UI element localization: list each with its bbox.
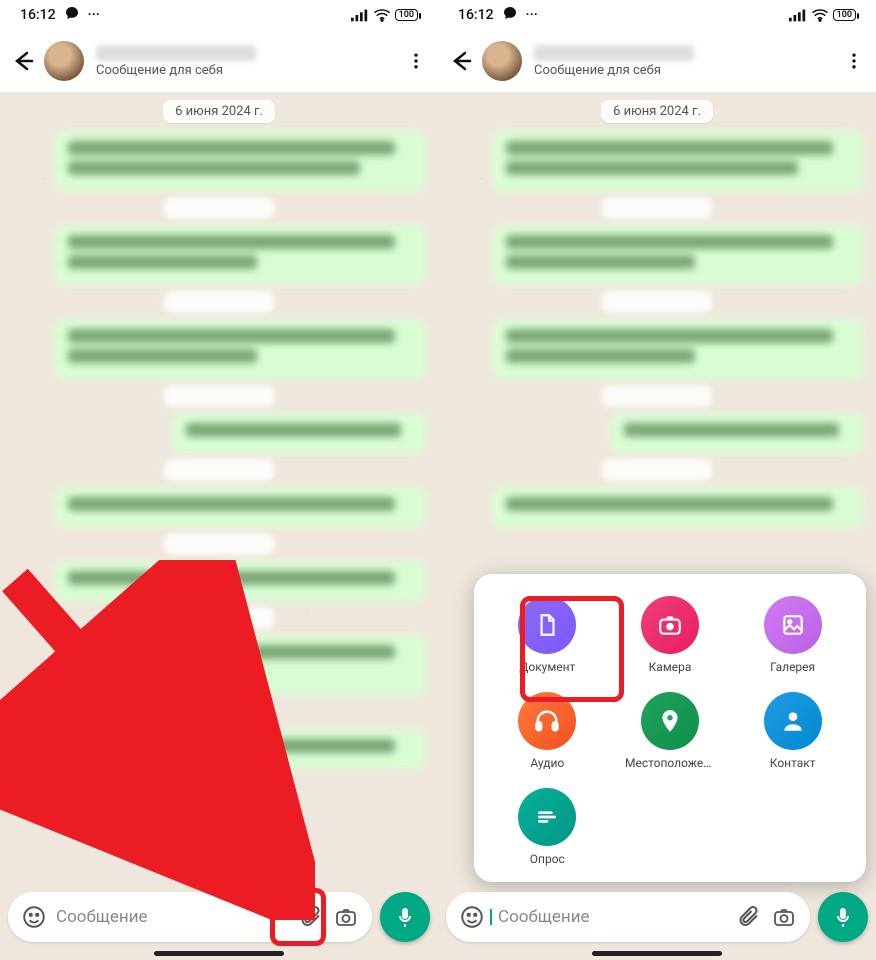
input-row: Сообщение [446, 892, 868, 942]
date-pill: 6 июня 2024 г. [163, 100, 275, 123]
location-icon [641, 692, 699, 750]
message[interactable] [492, 319, 864, 379]
back-button[interactable] [446, 47, 474, 75]
attach-option-contact[interactable]: Контакт [733, 692, 852, 770]
message-input-pill: Сообщение [446, 892, 810, 942]
system-pill [164, 197, 274, 219]
phone-left: 16:12 ··· 100 Сообщение для себя [0, 0, 438, 960]
poll-icon [518, 788, 576, 846]
attach-panel: Документ Камера Галерея Аудио Местополож… [474, 574, 866, 882]
audio-icon [518, 692, 576, 750]
system-pill [602, 197, 712, 219]
system-pill [164, 607, 274, 629]
message[interactable] [54, 729, 426, 769]
system-pill [164, 459, 274, 481]
attach-label: Галерея [770, 660, 815, 674]
chat-title-area[interactable]: Сообщение для себя [92, 45, 394, 78]
battery-icon: 100 [395, 9, 418, 21]
attach-option-audio[interactable]: Аудио [488, 692, 607, 770]
emoji-button[interactable] [454, 899, 490, 935]
menu-button[interactable] [402, 51, 430, 71]
wifi-icon [811, 8, 829, 22]
message-input-pill: Сообщение [8, 892, 372, 942]
attach-label: Контакт [770, 756, 816, 770]
attach-label: Местоположен… [625, 756, 715, 770]
nav-bar [438, 951, 876, 956]
message[interactable] [54, 635, 426, 695]
status-time: 16:12 [458, 7, 494, 23]
chat-name-blurred [96, 45, 256, 61]
status-bar: 16:12 ··· 100 [438, 0, 876, 30]
gallery-icon [764, 596, 822, 654]
chat-subtitle: Сообщение для себя [534, 63, 832, 78]
document-icon [518, 596, 576, 654]
chat-body[interactable]: 6 июня 2024 г. [0, 92, 438, 960]
avatar[interactable] [44, 41, 84, 81]
attach-label: Опрос [530, 852, 565, 866]
camera-icon [641, 596, 699, 654]
system-pill [602, 459, 712, 481]
menu-button[interactable] [840, 51, 868, 71]
message-input[interactable]: Сообщение [52, 907, 292, 927]
mic-button[interactable] [380, 892, 430, 942]
avatar[interactable] [482, 41, 522, 81]
message[interactable] [492, 225, 864, 285]
system-pill [164, 701, 274, 723]
attach-button[interactable] [292, 899, 328, 935]
input-row: Сообщение [8, 892, 430, 942]
attach-option-document[interactable]: Документ [488, 596, 607, 674]
message-input[interactable]: Сообщение [490, 907, 730, 927]
attach-label: Документ [519, 660, 575, 674]
signal-icon [789, 8, 807, 22]
contact-icon [764, 692, 822, 750]
text-cursor [490, 909, 492, 925]
chat-bubble-icon [502, 5, 518, 25]
system-pill [602, 385, 712, 407]
more-icon: ··· [88, 7, 100, 23]
system-pill [164, 533, 274, 555]
mic-button[interactable] [818, 892, 868, 942]
message[interactable] [54, 225, 426, 285]
attach-label: Камера [649, 660, 692, 674]
app-bar: Сообщение для себя [0, 30, 438, 92]
battery-icon: 100 [833, 9, 856, 21]
chat-title-area[interactable]: Сообщение для себя [530, 45, 832, 78]
system-pill [164, 291, 274, 313]
phone-right: 16:12 ··· 100 Сообщение для себя [438, 0, 876, 960]
message[interactable] [54, 561, 426, 601]
date-pill: 6 июня 2024 г. [601, 100, 713, 123]
message[interactable] [54, 319, 426, 379]
message[interactable] [492, 487, 864, 527]
nav-bar [0, 951, 438, 956]
wifi-icon [373, 8, 391, 22]
status-bar: 16:12 ··· 100 [0, 0, 438, 30]
status-time: 16:12 [20, 7, 56, 23]
chat-name-blurred [534, 45, 694, 61]
message[interactable] [610, 413, 864, 453]
system-pill [164, 385, 274, 407]
attach-button[interactable] [730, 899, 766, 935]
attach-option-poll[interactable]: Опрос [488, 788, 607, 866]
signal-icon [351, 8, 369, 22]
system-pill [602, 291, 712, 313]
chat-bubble-icon [64, 5, 80, 25]
camera-button[interactable] [766, 899, 802, 935]
message[interactable] [54, 487, 426, 527]
message[interactable] [492, 131, 864, 191]
chat-subtitle: Сообщение для себя [96, 63, 394, 78]
camera-button[interactable] [328, 899, 364, 935]
back-button[interactable] [8, 47, 36, 75]
message[interactable] [54, 131, 426, 191]
more-icon: ··· [526, 7, 538, 23]
attach-option-location[interactable]: Местоположен… [611, 692, 730, 770]
attach-option-camera[interactable]: Камера [611, 596, 730, 674]
message[interactable] [172, 413, 426, 453]
attach-option-gallery[interactable]: Галерея [733, 596, 852, 674]
app-bar: Сообщение для себя [438, 30, 876, 92]
attach-label: Аудио [530, 756, 564, 770]
emoji-button[interactable] [16, 899, 52, 935]
